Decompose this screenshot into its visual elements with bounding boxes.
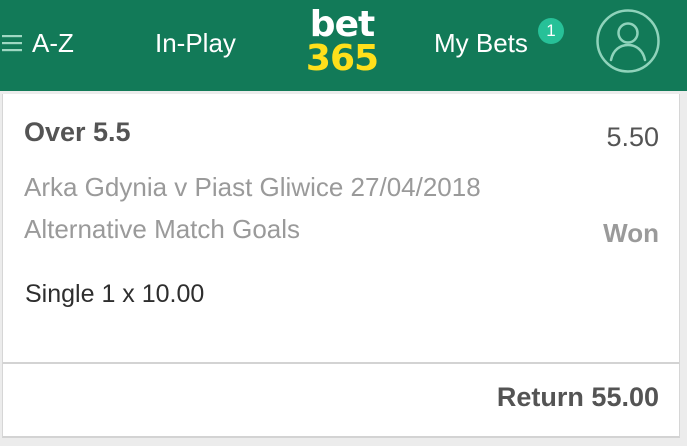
bet-fixture: Arka Gdynia v Piast Gliwice 27/04/2018 [24,172,481,202]
logo-text-bet: bet [309,4,375,45]
bet-status: Won [603,218,659,248]
my-bets-count-badge: 1 [538,18,564,44]
bet-return: Return 55.00 [496,382,659,412]
a-z-menu-button[interactable]: A-Z [2,26,74,60]
bet-selection: Over 5.5 [24,117,131,147]
bet-stake: Single 1 x 10.00 [25,280,205,308]
bet-market: Alternative Match Goals [24,214,301,244]
logo-text-365: 365 [305,38,379,79]
bet365-logo[interactable]: bet 365 [304,4,380,79]
my-bets-tab[interactable]: My Bets [434,26,528,60]
bet-detail-card: Over 5.5 5.50 Arka Gdynia v Piast Gliwic… [2,94,680,364]
bet-return-row: Return 55.00 [2,364,680,438]
hamburger-icon [2,35,22,52]
page-bottom-background [0,438,687,446]
user-avatar-icon[interactable] [596,9,660,73]
top-navigation-bar: A-Z In-Play bet 365 My Bets 1 [0,0,687,91]
bet-odds: 5.50 [606,122,659,152]
a-z-label: A-Z [32,28,74,58]
in-play-tab[interactable]: In-Play [155,26,236,60]
